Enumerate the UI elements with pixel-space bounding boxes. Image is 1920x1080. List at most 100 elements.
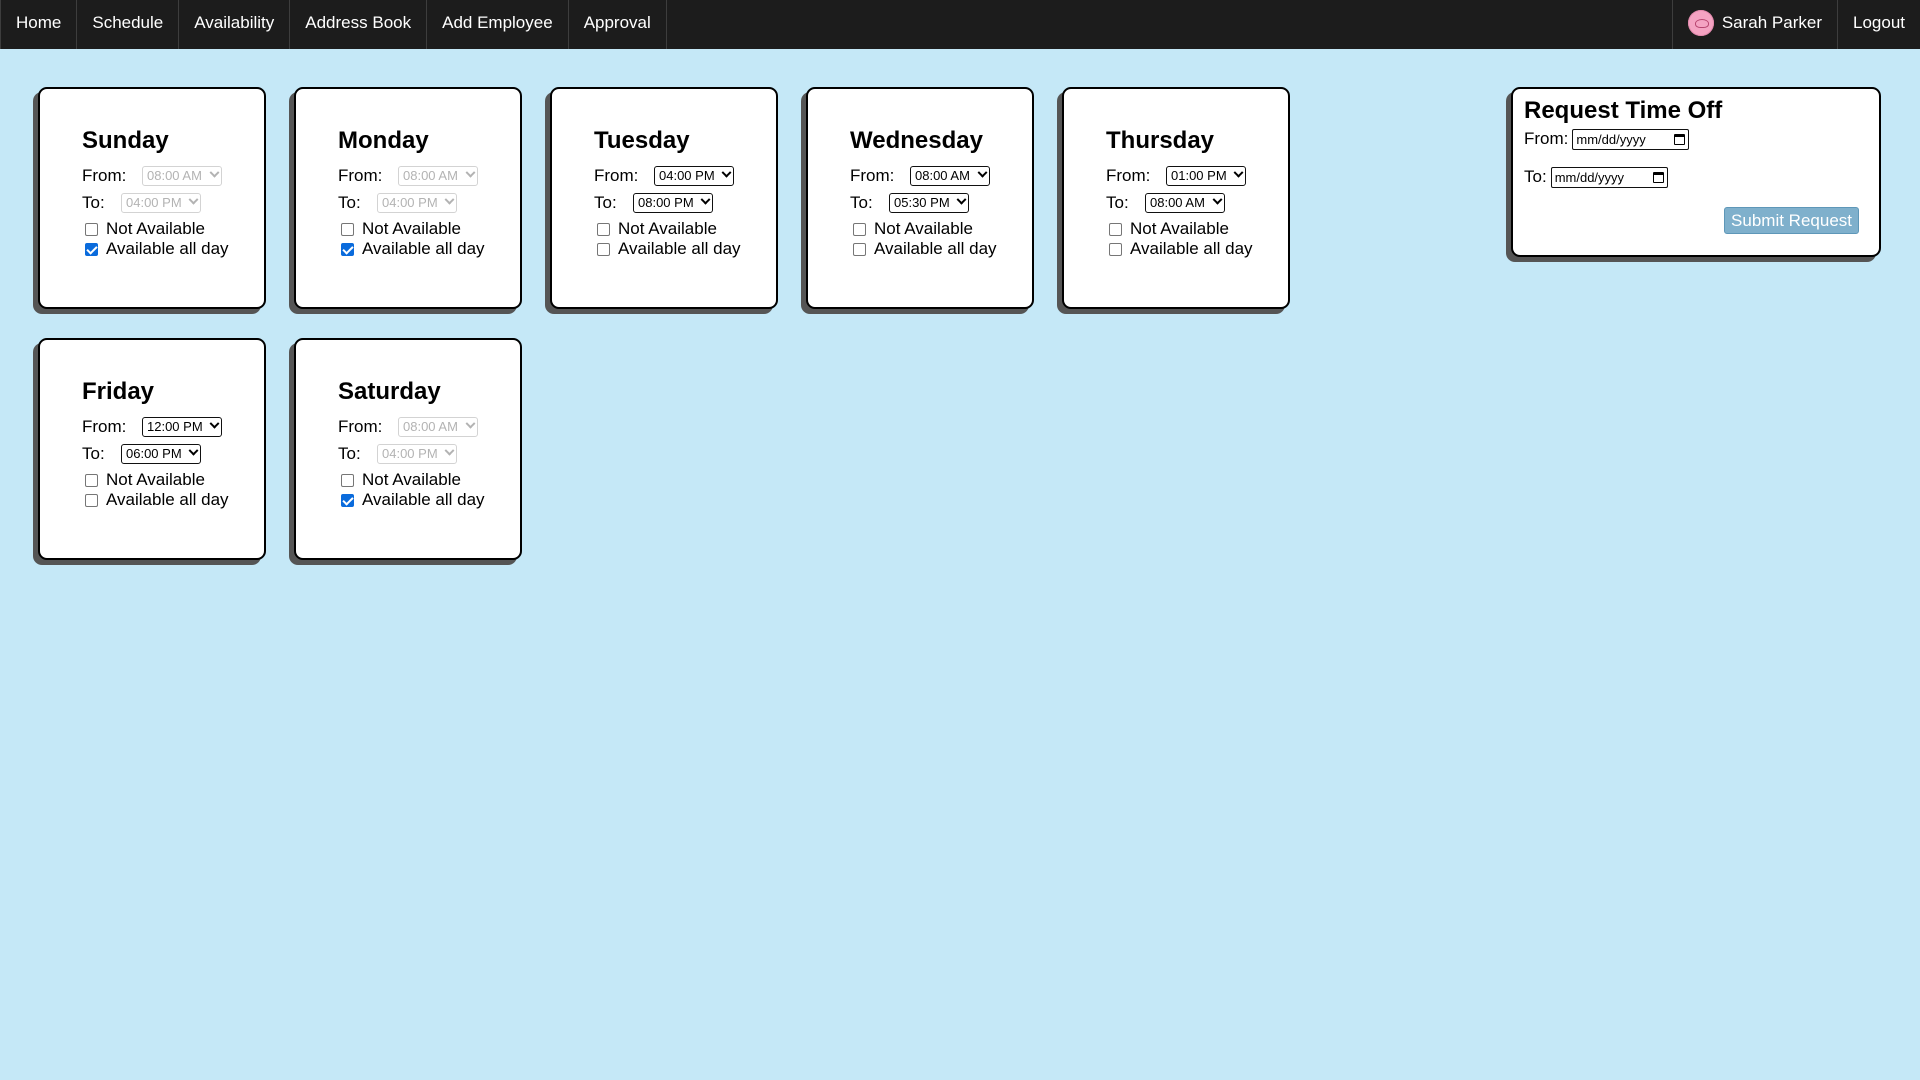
monday-available-all-day-checkbox[interactable] (341, 242, 354, 256)
time-off-title: Request Time Off (1524, 97, 1723, 124)
available-all-day-option: Available all day (82, 490, 264, 510)
tuesday-available-all-day-checkbox[interactable] (597, 242, 610, 256)
availability-options: Not Available Available all day (850, 219, 1032, 259)
monday-not-available-checkbox[interactable] (341, 222, 354, 236)
logout-link[interactable]: Logout (1837, 0, 1920, 49)
to-row: To: 04:00 PM (338, 440, 520, 467)
calendar-icon[interactable] (1674, 133, 1686, 145)
sunday-from-select[interactable]: 08:00 AM (142, 165, 222, 186)
thursday-from-select[interactable]: 01:00 PM (1166, 165, 1246, 186)
wednesday-available-all-day-checkbox[interactable] (853, 242, 866, 256)
friday-from-select[interactable]: 12:00 PM (142, 416, 222, 437)
chevron-down-icon (209, 418, 220, 429)
tuesday-not-available-checkbox[interactable] (597, 222, 610, 236)
sunday-available-all-day-checkbox[interactable] (85, 242, 98, 256)
time-off-from-date-input[interactable]: mm/dd/yyyy (1572, 128, 1690, 150)
nav-address-book[interactable]: Address Book (290, 0, 428, 49)
sunday-not-available-checkbox[interactable] (85, 222, 98, 236)
thursday-to-select[interactable]: 08:00 AM (1145, 192, 1225, 213)
nav-add-employee[interactable]: Add Employee (427, 0, 569, 49)
nav-schedule[interactable]: Schedule (77, 0, 180, 49)
available-all-day-label[interactable]: Available all day (106, 490, 229, 510)
not-available-option: Not Available (338, 219, 520, 239)
not-available-label[interactable]: Not Available (106, 470, 205, 490)
available-all-day-option: Available all day (338, 490, 520, 510)
chevron-down-icon (465, 418, 476, 429)
chevron-down-icon (188, 194, 199, 205)
not-available-option: Not Available (1106, 219, 1288, 239)
monday-from-select[interactable]: 08:00 AM (398, 165, 478, 186)
not-available-label[interactable]: Not Available (362, 470, 461, 490)
from-row: From: 12:00 PM (82, 413, 264, 440)
thursday-available-all-day-checkbox[interactable] (1109, 242, 1122, 256)
day-title: Monday (338, 127, 429, 154)
from-label: From: (850, 165, 895, 185)
to-label: To: (1106, 192, 1129, 212)
time-off-to-placeholder: mm/dd/yyyy (1554, 169, 1625, 185)
not-available-option: Not Available (82, 470, 264, 490)
day-card-thursday: Thursday From: 01:00 PM To: 08:00 AM Not (1062, 87, 1290, 309)
availability-options: Not Available Available all day (82, 470, 264, 510)
wednesday-not-available-checkbox[interactable] (853, 222, 866, 236)
to-value: 04:00 PM (382, 195, 438, 210)
to-value: 04:00 PM (382, 446, 438, 461)
calendar-icon[interactable] (1652, 171, 1664, 183)
available-all-day-label[interactable]: Available all day (362, 490, 485, 510)
sunday-to-select[interactable]: 04:00 PM (121, 192, 201, 213)
saturday-to-select[interactable]: 04:00 PM (377, 443, 457, 464)
saturday-from-select[interactable]: 08:00 AM (398, 416, 478, 437)
user-profile[interactable]: Sarah Parker (1671, 0, 1837, 49)
nav-links: Home Schedule Availability Address Book … (0, 0, 667, 49)
not-available-label[interactable]: Not Available (106, 219, 205, 239)
available-all-day-label[interactable]: Available all day (618, 239, 741, 259)
not-available-option: Not Available (338, 470, 520, 490)
wednesday-from-select[interactable]: 08:00 AM (910, 165, 990, 186)
from-label: From: (82, 416, 127, 436)
time-off-to-date-input[interactable]: mm/dd/yyyy (1550, 166, 1668, 188)
time-off-from-label: From: (1524, 129, 1569, 148)
available-all-day-option: Available all day (338, 239, 520, 259)
nav-home[interactable]: Home (0, 0, 78, 49)
available-all-day-option: Available all day (1106, 239, 1288, 259)
available-all-day-label[interactable]: Available all day (106, 239, 229, 259)
available-all-day-label[interactable]: Available all day (874, 239, 997, 259)
user-name: Sarah Parker (1721, 12, 1822, 32)
saturday-available-all-day-checkbox[interactable] (341, 493, 354, 507)
friday-to-select[interactable]: 06:00 PM (121, 443, 201, 464)
from-row: From: 08:00 AM (850, 162, 1032, 189)
nav-availability[interactable]: Availability (179, 0, 291, 49)
time-off-to-label: To: (1524, 167, 1547, 186)
from-row: From: 08:00 AM (82, 162, 264, 189)
to-row: To: 08:00 PM (594, 189, 776, 216)
to-row: To: 04:00 PM (82, 189, 264, 216)
available-all-day-label[interactable]: Available all day (362, 239, 485, 259)
chevron-down-icon (209, 167, 220, 178)
submit-request-button[interactable]: Submit Request (1724, 207, 1859, 234)
not-available-label[interactable]: Not Available (1130, 219, 1229, 239)
to-value: 08:00 AM (1150, 195, 1205, 210)
friday-available-all-day-checkbox[interactable] (85, 493, 98, 507)
tuesday-to-select[interactable]: 08:00 PM (633, 192, 713, 213)
available-all-day-label[interactable]: Available all day (1130, 239, 1253, 259)
top-nav: Home Schedule Availability Address Book … (0, 0, 1920, 49)
from-row: From: 01:00 PM (1106, 162, 1288, 189)
tuesday-from-select[interactable]: 04:00 PM (654, 165, 734, 186)
chevron-down-icon (188, 445, 199, 456)
wednesday-to-select[interactable]: 05:30 PM (889, 192, 969, 213)
nav-approval[interactable]: Approval (569, 0, 667, 49)
thursday-not-available-checkbox[interactable] (1109, 222, 1122, 236)
friday-not-available-checkbox[interactable] (85, 473, 98, 487)
day-title: Sunday (82, 127, 169, 154)
availability-options: Not Available Available all day (338, 219, 520, 259)
chevron-down-icon (977, 167, 988, 178)
time-off-to-row: To: mm/dd/yyyy (1524, 165, 1879, 189)
saturday-not-available-checkbox[interactable] (341, 473, 354, 487)
monday-to-select[interactable]: 04:00 PM (377, 192, 457, 213)
day-title: Friday (82, 378, 155, 405)
not-available-label[interactable]: Not Available (362, 219, 461, 239)
not-available-option: Not Available (594, 219, 776, 239)
not-available-label[interactable]: Not Available (874, 219, 973, 239)
not-available-label[interactable]: Not Available (618, 219, 717, 239)
day-card-tuesday: Tuesday From: 04:00 PM To: 08:00 PM Not … (550, 87, 778, 309)
from-value: 04:00 PM (659, 168, 715, 183)
